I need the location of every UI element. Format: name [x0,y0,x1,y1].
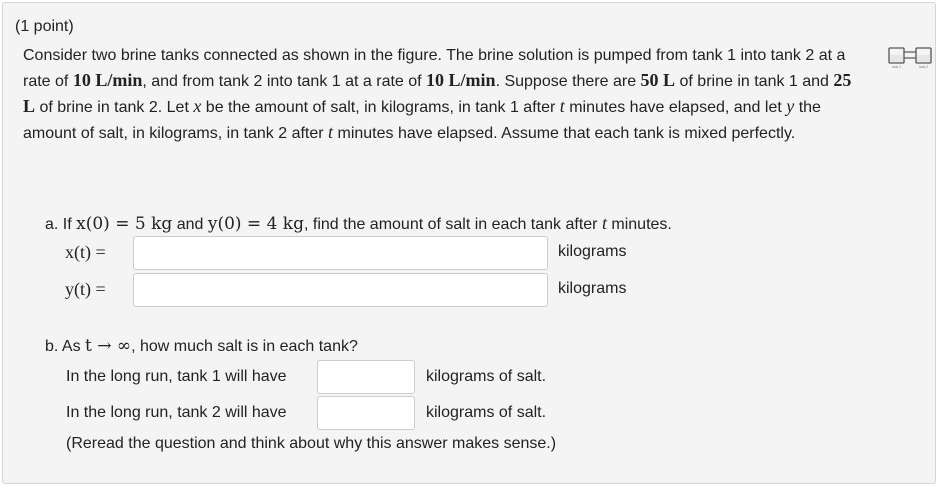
tank-2-longrun-unit: kilograms of salt. [426,404,547,421]
tank-1-longrun-unit: kilograms of salt. [426,368,547,385]
point-value: (1 point) [15,18,74,35]
math-y0: y(0) = 4 kg [207,214,304,234]
y-unit-label: kilograms [558,280,627,297]
part-a-suffix: , find the amount of salt in each tank a… [303,216,602,233]
x-answer-row: x(t) = kilograms [3,235,937,271]
math-rate-2: 10 L/min [426,70,496,90]
part-b-suffix: , how much salt is in each tank? [131,338,358,355]
tank-1-longrun-row: In the long run, tank 1 will have kilogr… [3,359,937,395]
question-card: (1 point) Consider two brine tanks conne… [2,2,936,484]
tank-1-label: tank 1 [892,65,901,69]
math-volume-1: 50 L [640,70,676,90]
y-answer-row: y(t) = kilograms [3,272,937,308]
tank-2-longrun-input[interactable] [317,396,415,430]
problem-text: minutes have elapsed. Assume that each t… [333,125,796,142]
math-x0: x(0) = 5 kg [76,214,173,234]
y-label: y(t) = [65,279,106,299]
problem-statement: Consider two brine tanks connected as sh… [23,43,853,146]
problem-text: of brine in tank 2. Let [35,99,194,116]
y-answer-input[interactable] [133,273,548,307]
math-limit: t → ∞ [85,336,132,356]
part-a-prefix: a. If [45,216,77,233]
part-a-prompt: a. If x(0) = 5 kg and y(0) = 4 kg, find … [45,211,672,237]
math-rate-1: 10 L/min [72,70,143,90]
problem-text: be the amount of salt, in kilograms, in … [201,99,560,116]
tank-2-label: tank 2 [919,65,928,69]
tank-figure[interactable]: tank 1 tank 2 [887,45,933,69]
tank-2-longrun-row: In the long run, tank 2 will have kilogr… [3,395,937,431]
problem-text: of brine in tank 1 and [675,73,834,90]
problem-text: , and from tank 2 into tank 1 at a rate … [142,73,427,90]
tank-1-longrun-input[interactable] [317,360,415,394]
tank-2-water [917,55,930,62]
part-b-prompt: b. As t → ∞, how much salt is in each ta… [45,336,358,356]
x-label: x(t) = [65,242,106,262]
part-a-and: and [172,216,208,233]
reread-note: (Reread the question and think about why… [66,435,557,452]
tank-1-longrun-label: In the long run, tank 1 will have [66,368,287,385]
tank-1-water [890,55,903,62]
problem-text: minutes have elapsed, and let [564,99,787,116]
x-unit-label: kilograms [558,243,627,260]
problem-text: . Suppose there are [495,73,641,90]
part-a-suffix: minutes. [606,216,672,233]
part-b-prefix: b. As [45,338,86,355]
x-answer-input[interactable] [133,236,548,270]
tank-2-longrun-label: In the long run, tank 2 will have [66,404,287,421]
